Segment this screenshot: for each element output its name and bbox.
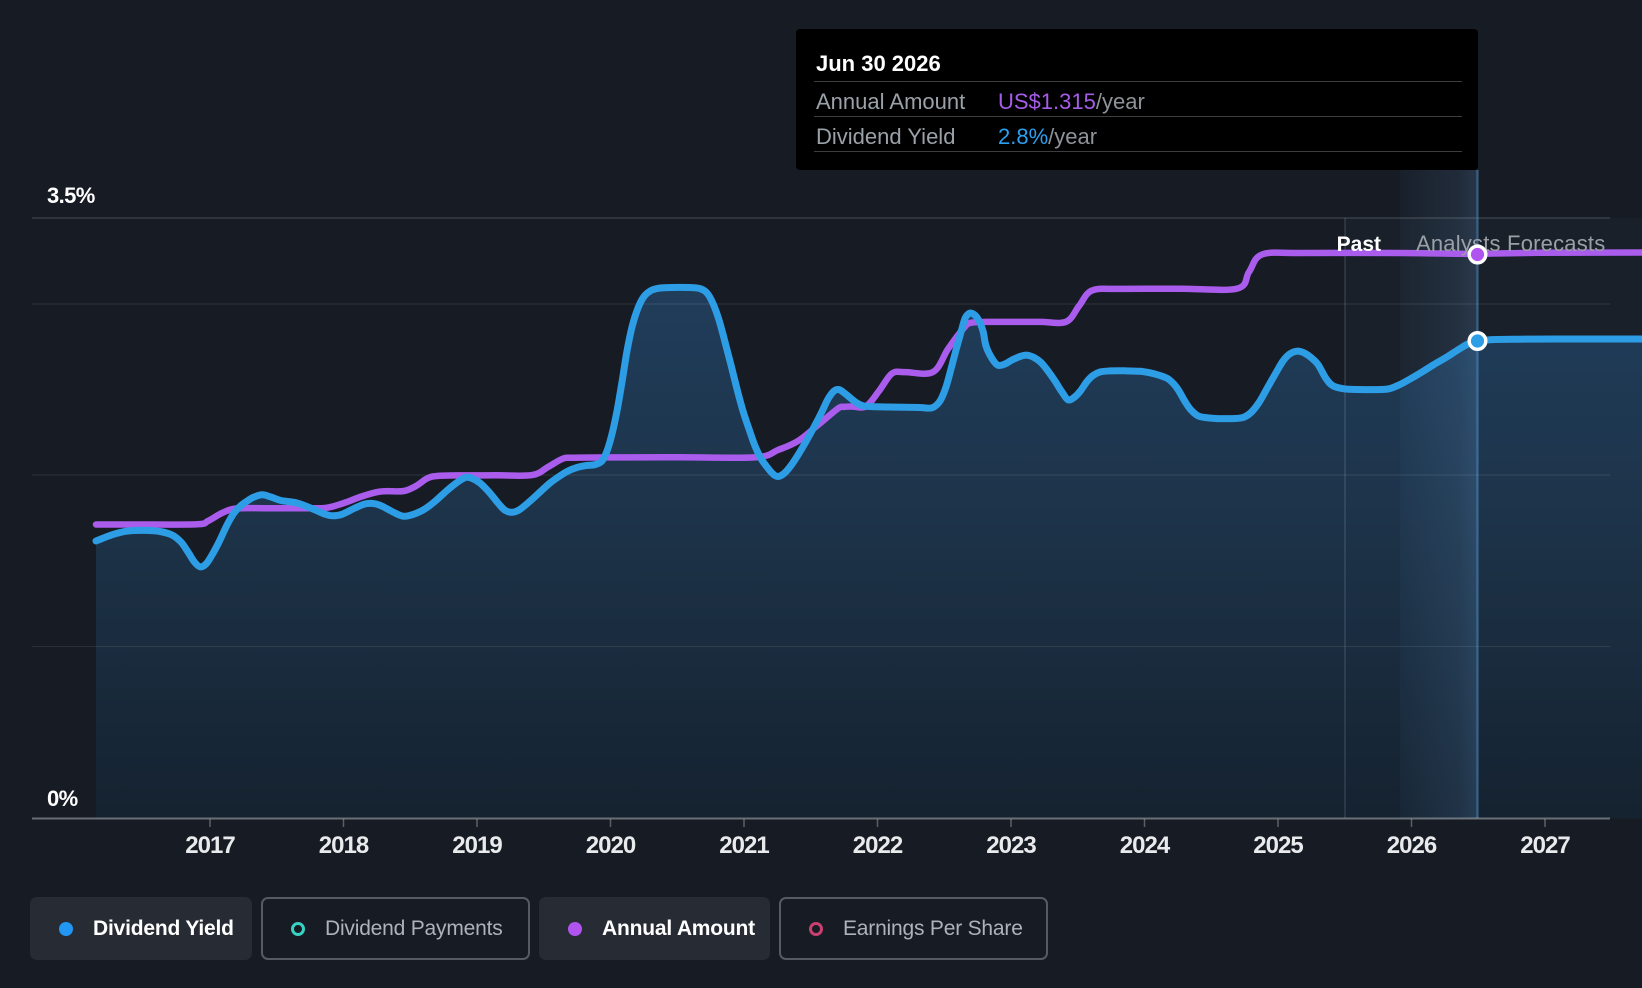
svg-text:Past: Past [1337, 233, 1381, 256]
svg-text:Analysts Forecasts: Analysts Forecasts [1416, 231, 1605, 256]
